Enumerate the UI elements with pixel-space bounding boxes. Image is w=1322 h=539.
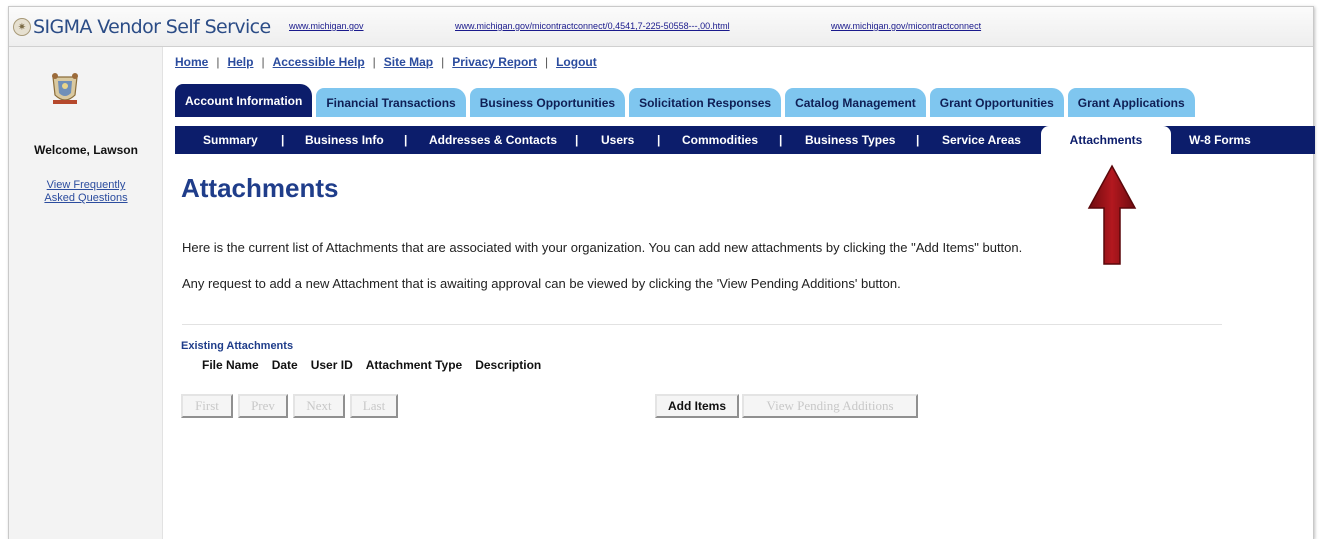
link-micontractconnect[interactable]: www.michigan.gov/micontractconnect bbox=[831, 21, 981, 31]
link-micontractconnect-page[interactable]: www.michigan.gov/micontractconnect/0,454… bbox=[455, 21, 730, 31]
prev-button[interactable]: Prev bbox=[238, 394, 288, 418]
separator: | bbox=[441, 55, 445, 69]
app-title: SIGMA Vendor Self Service bbox=[33, 16, 271, 38]
state-seal-icon bbox=[52, 73, 78, 104]
column-description: Description bbox=[475, 358, 542, 372]
faq-link[interactable]: View Frequently Asked Questions bbox=[31, 179, 141, 205]
description-2: Any request to add a new Attachment that… bbox=[182, 276, 901, 291]
subnav-business-types[interactable]: Business Types bbox=[805, 126, 895, 154]
link-michigan-gov[interactable]: www.michigan.gov bbox=[289, 21, 364, 31]
divider bbox=[182, 324, 1222, 325]
tab-solicitation-responses[interactable]: Solicitation Responses bbox=[629, 88, 782, 117]
welcome-text: Welcome, Lawson bbox=[34, 143, 138, 157]
subnav-attachments[interactable]: Attachments bbox=[1041, 126, 1171, 154]
separator: | bbox=[916, 133, 920, 147]
subnav-business-info[interactable]: Business Info bbox=[305, 126, 384, 154]
subnav-summary[interactable]: Summary bbox=[203, 126, 258, 154]
main-tabs: Account Information Financial Transactio… bbox=[175, 83, 1199, 117]
column-attachment-type: Attachment Type bbox=[365, 358, 463, 372]
michigan-seal-icon: ✷ bbox=[13, 18, 31, 36]
separator: | bbox=[281, 133, 285, 147]
logout-link[interactable]: Logout bbox=[556, 55, 597, 69]
tab-catalog-management[interactable]: Catalog Management bbox=[785, 88, 926, 117]
tab-grant-opportunities[interactable]: Grant Opportunities bbox=[929, 88, 1064, 117]
red-arrow-up-icon bbox=[1087, 164, 1137, 265]
attachments-table-header: File Name Date User ID Attachment Type D… bbox=[202, 358, 554, 372]
subnav-service-areas[interactable]: Service Areas bbox=[942, 126, 1021, 154]
separator: | bbox=[261, 55, 265, 69]
page-title: Attachments bbox=[181, 173, 339, 203]
left-sidebar: Welcome, Lawson View Frequently Asked Qu… bbox=[9, 47, 163, 539]
separator: | bbox=[544, 55, 549, 69]
column-date: Date bbox=[271, 358, 298, 372]
subnav-commodities[interactable]: Commodities bbox=[682, 126, 758, 154]
separator: | bbox=[404, 133, 408, 147]
faq-line-1: View Frequently bbox=[46, 179, 126, 191]
subnav-users[interactable]: Users bbox=[601, 126, 634, 154]
subnav-addresses-contacts[interactable]: Addresses & Contacts bbox=[429, 126, 557, 154]
utility-links: Home | Help | Accessible Help | Site Map | P… bbox=[175, 55, 597, 69]
subnav-w8-forms[interactable]: W-8 Forms bbox=[1189, 126, 1251, 154]
brand: ✷ SIGMA Vendor Self Service bbox=[13, 16, 271, 38]
separator: | bbox=[575, 133, 579, 147]
column-user-id: User ID bbox=[310, 358, 353, 372]
view-pending-additions-button[interactable]: View Pending Additions bbox=[742, 394, 918, 418]
faq-line-2: Asked Questions bbox=[44, 192, 128, 204]
help-link[interactable]: Help bbox=[227, 55, 253, 69]
accessible-help-link[interactable]: Accessible Help bbox=[273, 55, 365, 69]
existing-attachments-label: Existing Attachments bbox=[181, 340, 294, 352]
site-map-link[interactable]: Site Map bbox=[384, 55, 433, 69]
tab-grant-applications[interactable]: Grant Applications bbox=[1067, 88, 1195, 117]
description-1: Here is the current list of Attachments … bbox=[182, 240, 1023, 255]
separator: | bbox=[216, 55, 220, 69]
privacy-report-link[interactable]: Privacy Report bbox=[452, 55, 537, 69]
separator: | bbox=[779, 133, 783, 147]
tab-business-opportunities[interactable]: Business Opportunities bbox=[469, 88, 626, 117]
first-button[interactable]: First bbox=[181, 394, 233, 418]
tab-account-information[interactable]: Account Information bbox=[175, 84, 313, 117]
tab-financial-transactions[interactable]: Financial Transactions bbox=[316, 88, 466, 117]
last-button[interactable]: Last bbox=[350, 394, 398, 418]
separator: | bbox=[372, 55, 376, 69]
home-link[interactable]: Home bbox=[175, 55, 208, 69]
next-button[interactable]: Next bbox=[293, 394, 345, 418]
browser-frame: ✷ SIGMA Vendor Self Service www.michigan… bbox=[8, 6, 1315, 539]
add-items-button[interactable]: Add Items bbox=[655, 394, 739, 418]
top-header: ✷ SIGMA Vendor Self Service www.michigan… bbox=[9, 7, 1313, 47]
sub-navigation: Summary | Business Info | Addresses & Co… bbox=[175, 126, 1315, 154]
separator: | bbox=[657, 133, 661, 147]
column-file-name: File Name bbox=[202, 358, 259, 372]
